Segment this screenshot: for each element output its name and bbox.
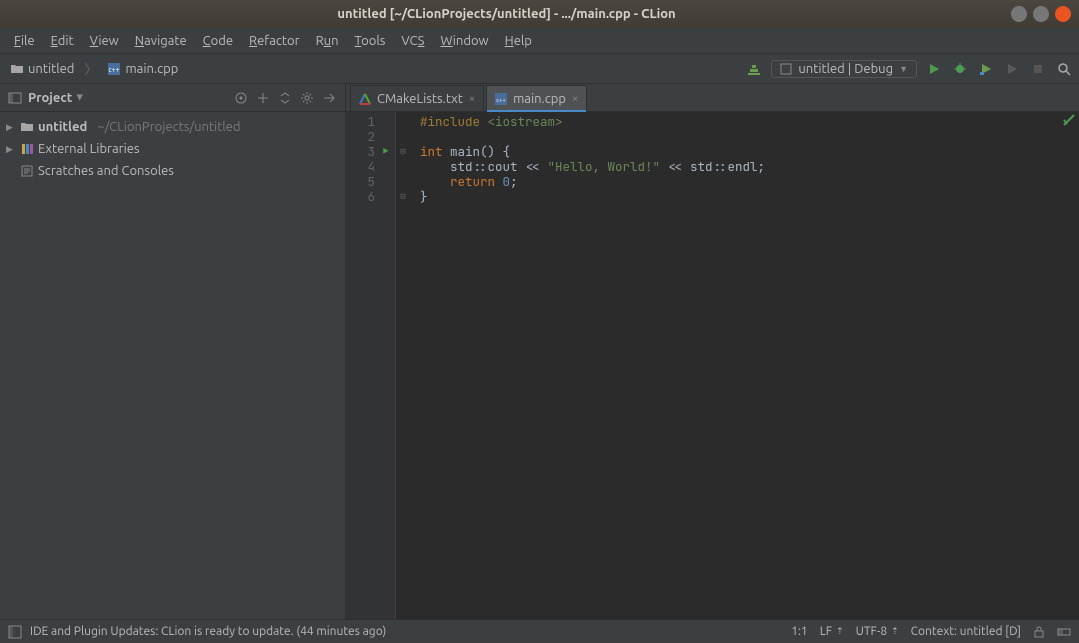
- breadcrumb-sep: 〉: [84, 59, 97, 78]
- scratches-icon: [20, 164, 34, 178]
- code-content[interactable]: #include <iostream> int main() { std::co…: [410, 112, 1079, 619]
- expand-all-button[interactable]: [255, 90, 271, 106]
- memory-indicator[interactable]: [1057, 626, 1071, 638]
- run-gutter-icon[interactable]: ▶: [379, 144, 393, 159]
- breadcrumb-file-label: main.cpp: [125, 62, 178, 76]
- run-button[interactable]: [925, 60, 943, 78]
- project-tree: ▶ untitled ~/CLionProjects/untitled ▶ Ex…: [0, 112, 345, 186]
- caret-icon: ▶: [6, 122, 16, 133]
- window-title: untitled [~/CLionProjects/untitled] - ..…: [8, 7, 1005, 21]
- titlebar: untitled [~/CLionProjects/untitled] - ..…: [0, 0, 1079, 28]
- window-minimize-button[interactable]: [1011, 6, 1027, 22]
- toolbar-right: untitled | Debug ▼: [745, 60, 1073, 78]
- profiler-button[interactable]: [1003, 60, 1021, 78]
- cmake-icon: [359, 93, 371, 105]
- search-everywhere-button[interactable]: [1055, 60, 1073, 78]
- line-separator[interactable]: LF⇡: [820, 625, 844, 638]
- run-config-label: untitled | Debug: [798, 62, 893, 76]
- navigation-bar: untitled 〉 c++ main.cpp untitled | Debug…: [0, 54, 1079, 84]
- breadcrumb-project-label: untitled: [28, 62, 74, 76]
- caret-icon: ▶: [6, 144, 16, 155]
- file-encoding[interactable]: UTF-8⇡: [856, 625, 899, 638]
- breadcrumb-file[interactable]: c++ main.cpp: [103, 61, 182, 77]
- window-maximize-button[interactable]: [1033, 6, 1049, 22]
- external-libraries-node[interactable]: ▶ External Libraries: [0, 138, 345, 160]
- menu-edit[interactable]: Edit: [43, 32, 82, 50]
- chevron-down-icon: ▼: [899, 64, 908, 74]
- project-root-node[interactable]: ▶ untitled ~/CLionProjects/untitled: [0, 116, 345, 138]
- read-only-toggle[interactable]: [1033, 626, 1045, 638]
- fold-marker[interactable]: ⊟: [396, 144, 410, 159]
- line-number: 3: [346, 144, 375, 159]
- project-tool-header: Project ▾: [0, 84, 345, 112]
- breadcrumb: untitled 〉 c++ main.cpp: [6, 59, 182, 78]
- menu-run[interactable]: Run: [308, 32, 347, 50]
- project-root-label: untitled: [38, 120, 87, 134]
- statusbar: IDE and Plugin Updates: CLion is ready t…: [0, 619, 1079, 643]
- line-number-gutter: 1 2 3 4 5 6 ▶: [346, 112, 396, 619]
- project-icon: [8, 91, 22, 105]
- close-icon[interactable]: ×: [469, 93, 475, 105]
- menu-file[interactable]: File: [6, 32, 43, 50]
- collapse-all-button[interactable]: [277, 90, 293, 106]
- editor-tabs: CMakeLists.txt × c++ main.cpp ×: [346, 84, 1079, 112]
- inspection-indicator[interactable]: [1063, 114, 1075, 126]
- close-icon[interactable]: ×: [572, 93, 578, 105]
- line-number: 4: [346, 159, 375, 174]
- menu-view[interactable]: View: [82, 32, 127, 50]
- target-icon: [780, 63, 792, 75]
- fold-gutter: ⊟ ⊟: [396, 112, 410, 619]
- line-number: 6: [346, 189, 375, 204]
- svg-text:c++: c++: [496, 97, 506, 104]
- folder-icon: [20, 120, 34, 134]
- window-close-button[interactable]: [1055, 6, 1071, 22]
- menu-tools[interactable]: Tools: [347, 32, 394, 50]
- project-tool-title: Project: [28, 91, 72, 105]
- external-libraries-label: External Libraries: [38, 142, 140, 156]
- fold-marker-end[interactable]: ⊟: [396, 189, 410, 204]
- line-number: 2: [346, 129, 375, 144]
- tool-settings-button[interactable]: [299, 90, 315, 106]
- menu-code[interactable]: Code: [195, 32, 241, 50]
- menu-refactor[interactable]: Refactor: [241, 32, 308, 50]
- breadcrumb-project[interactable]: untitled: [6, 61, 78, 77]
- folder-icon: [10, 62, 24, 76]
- menu-help[interactable]: Help: [497, 32, 540, 50]
- menu-navigate[interactable]: Navigate: [127, 32, 195, 50]
- menu-vcs[interactable]: VCS: [393, 32, 432, 50]
- build-icon[interactable]: [745, 60, 763, 78]
- line-number: 5: [346, 174, 375, 189]
- line-number: 1: [346, 114, 375, 129]
- stop-button[interactable]: [1029, 60, 1047, 78]
- cpp-file-icon: c++: [495, 93, 507, 105]
- cpp-file-icon: c++: [107, 62, 121, 76]
- tab-label: main.cpp: [513, 92, 566, 106]
- debug-button[interactable]: [951, 60, 969, 78]
- select-opened-file-button[interactable]: [233, 90, 249, 106]
- tab-cmakelists[interactable]: CMakeLists.txt ×: [350, 85, 484, 111]
- svg-text:c++: c++: [109, 66, 120, 74]
- scratches-node[interactable]: Scratches and Consoles: [0, 160, 345, 182]
- caret-position[interactable]: 1:1: [791, 625, 808, 638]
- project-tool-window: Project ▾ ▶ untitled ~/CLionProjects/unt…: [0, 84, 346, 619]
- main-area: Project ▾ ▶ untitled ~/CLionProjects/unt…: [0, 84, 1079, 619]
- menubar: File Edit View Navigate Code Refactor Ru…: [0, 28, 1079, 54]
- menu-window[interactable]: Window: [432, 32, 496, 50]
- hide-tool-button[interactable]: [321, 90, 337, 106]
- run-context[interactable]: Context: untitled [D]: [911, 625, 1021, 638]
- tab-label: CMakeLists.txt: [377, 92, 463, 106]
- run-with-coverage-button[interactable]: [977, 60, 995, 78]
- scratches-label: Scratches and Consoles: [38, 164, 174, 178]
- tool-windows-icon[interactable]: [8, 625, 22, 639]
- status-message[interactable]: IDE and Plugin Updates: CLion is ready t…: [30, 625, 386, 638]
- project-view-dropdown[interactable]: ▾: [76, 90, 83, 105]
- project-root-path: ~/CLionProjects/untitled: [97, 120, 240, 134]
- code-editor[interactable]: 1 2 3 4 5 6 ▶ ⊟: [346, 112, 1079, 619]
- run-config-selector[interactable]: untitled | Debug ▼: [771, 60, 917, 78]
- libraries-icon: [20, 142, 34, 156]
- tab-main-cpp[interactable]: c++ main.cpp ×: [486, 85, 587, 111]
- editor-area: CMakeLists.txt × c++ main.cpp × 1 2 3 4 …: [346, 84, 1079, 619]
